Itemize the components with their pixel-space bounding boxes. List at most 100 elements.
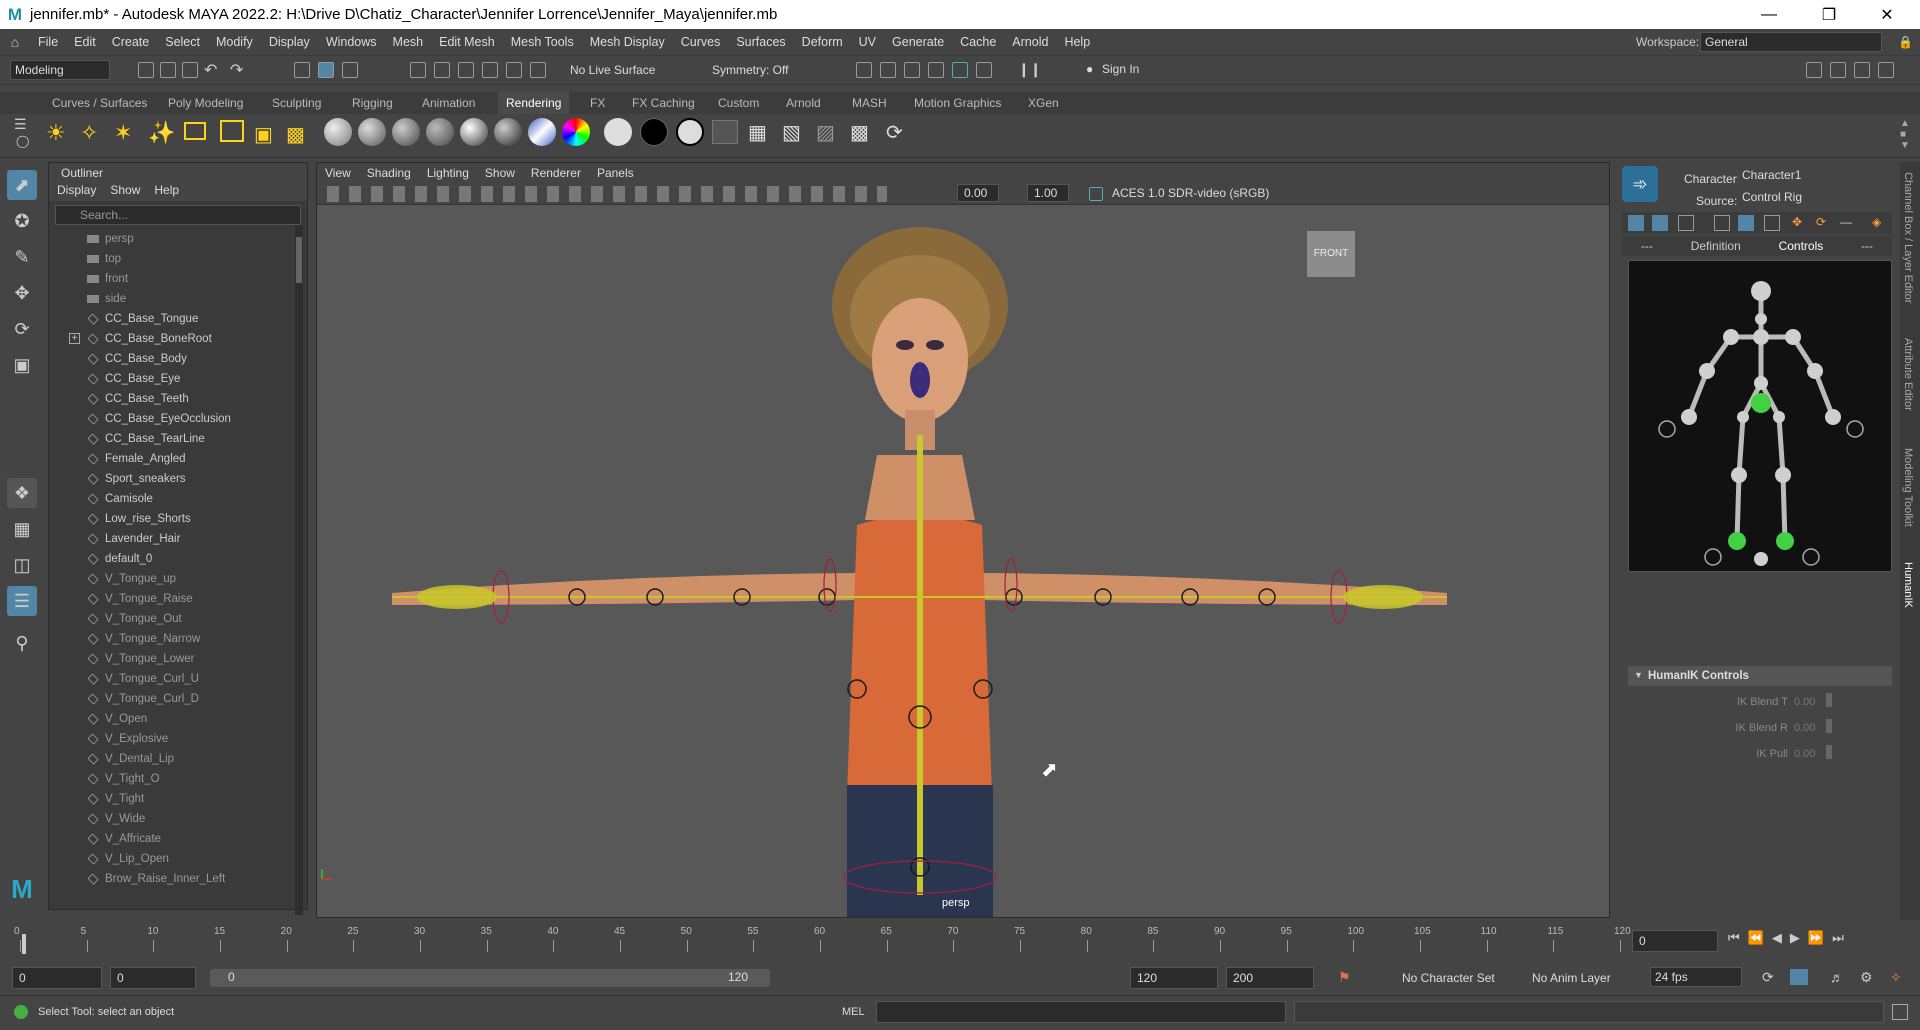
mirror-icon[interactable]: — [1840,215,1856,231]
render-icon[interactable]: ▦ [748,120,767,145]
playback-controls[interactable]: ⏮⏪◀▶⏩⏭ [1728,930,1852,946]
humanik-logo-icon[interactable]: ➾ [1622,166,1658,202]
outliner-item[interactable]: top [49,249,307,269]
minimize-button[interactable]: — [1746,0,1792,29]
ipr-render-icon[interactable] [904,62,920,78]
outliner-item[interactable]: CC_Base_Eye [49,369,307,389]
shelf-tab-mash[interactable]: MASH [844,92,895,114]
viewport-menu-lighting[interactable]: Lighting [419,166,477,180]
viewport-menu-renderer[interactable]: Renderer [523,166,589,180]
render-frame-icon[interactable] [880,62,896,78]
cached-playback-icon[interactable] [1790,969,1808,985]
humanik-controls-section[interactable]: HumanIK Controls [1628,666,1892,686]
pin-icon[interactable] [1764,215,1780,231]
ambient-light-icon[interactable]: ☀ [46,120,66,146]
shelf-menu-icon[interactable]: ☰ [14,116,27,133]
render-view-icon[interactable] [976,62,992,78]
snap-grid-icon[interactable] [410,62,426,78]
ik-blend-r-value[interactable]: 0.00 [1794,722,1815,734]
source-dropdown[interactable]: Control Rig [1738,188,1888,208]
outliner-item[interactable]: V_Tongue_Narrow [49,629,307,649]
pinning-icon[interactable] [1738,215,1754,231]
ramp-shader-icon[interactable] [528,118,556,146]
outliner-item[interactable]: V_Open [49,709,307,729]
key-icon[interactable]: ◈ [1872,215,1888,231]
character-dropdown[interactable]: Character1 [1738,166,1888,186]
pin-rotate-icon[interactable]: ⟳ [1816,215,1832,231]
fps-dropdown[interactable]: 24 fps [1650,967,1742,987]
body-part-icon[interactable] [1678,215,1694,231]
menu-windows[interactable]: Windows [318,29,385,55]
shelf-tab-rigging[interactable]: Rigging [344,92,401,114]
character-map-icon[interactable]: ✧ [1890,969,1902,986]
pin-translate-icon[interactable]: ✥ [1792,215,1808,231]
outliner-item[interactable]: default_0 [49,549,307,569]
viewport-menu-shading[interactable]: Shading [359,166,419,180]
humanik-tab-next[interactable]: --- [1861,239,1873,253]
phonge-shader-icon[interactable] [426,118,454,146]
outliner-item[interactable]: V_Tight_O [49,769,307,789]
point-light-icon[interactable]: ✶ [114,120,132,146]
toggle-outliner-icon[interactable] [1806,62,1822,78]
symmetry-label[interactable]: Symmetry: Off [712,63,788,77]
menuset-dropdown[interactable]: Modeling [10,60,110,80]
outliner-scrollbar[interactable] [295,225,303,915]
snap-pivot-icon[interactable] [530,62,546,78]
side-tab-attribute-editor[interactable]: Attribute Editor [1902,338,1914,411]
new-scene-icon[interactable] [138,62,154,78]
construction-history-icon[interactable] [856,62,872,78]
shelf-tab-fx-caching[interactable]: FX Caching [624,92,703,114]
snap-point-icon[interactable] [458,62,474,78]
current-frame-marker[interactable] [22,934,26,954]
save-scene-icon[interactable] [182,62,198,78]
shelf-tab-motion-graphics[interactable]: Motion Graphics [906,92,1009,114]
command-input[interactable] [876,1001,1286,1023]
outliner-item[interactable]: + CC_Base_BoneRoot [49,329,307,349]
hypershade-icon[interactable] [952,62,968,78]
move-tool-icon[interactable]: ✥ [7,278,37,308]
outliner-search-input[interactable]: Search... [55,205,301,225]
menu-edit[interactable]: Edit [66,29,104,55]
outliner-item[interactable]: V_Tongue_Raise [49,589,307,609]
shelf-tab-xgen[interactable]: XGen [1020,92,1067,114]
rotate-tool-icon[interactable]: ⟳ [7,314,37,344]
blinn-shader-icon[interactable] [358,118,386,146]
open-scene-icon[interactable] [160,62,176,78]
outliner-item[interactable]: V_Tight [49,789,307,809]
humanik-character-view[interactable] [1628,260,1892,572]
ipr-icon[interactable]: ▧ [782,120,801,145]
undo-icon[interactable]: ↶ [204,60,217,80]
animation-start-field[interactable]: 0 [12,967,102,989]
home-icon[interactable]: ⌂ [0,34,30,50]
outliner-item[interactable]: V_Dental_Lip [49,749,307,769]
render-settings-shelf-icon[interactable]: ▩ [850,120,869,145]
expand-icon[interactable]: + [69,333,80,344]
outliner-item[interactable]: Low_rise_Shorts [49,509,307,529]
color-management-icon[interactable] [1089,187,1103,201]
batch-render-icon[interactable]: ▨ [816,120,835,145]
menu-curves[interactable]: Curves [673,29,729,55]
directional-light-icon[interactable]: ✧ [80,120,98,146]
outliner-item[interactable]: CC_Base_Body [49,349,307,369]
outliner-item[interactable]: V_Tongue_Curl_U [49,669,307,689]
outliner-item[interactable]: V_Explosive [49,729,307,749]
spot-light-icon[interactable]: ✨ [148,120,175,146]
playback-start-field[interactable]: 0 [110,967,196,989]
side-tab-modeling-toolkit[interactable]: Modeling Toolkit [1902,448,1914,527]
view-cube[interactable]: FRONT [1307,231,1355,277]
ik-blend-t-slider[interactable] [1826,693,1832,707]
outliner-menu-help[interactable]: Help [154,183,179,201]
shelf-scroll-icon[interactable]: ▲ ■ ▼ [1900,118,1910,151]
ai-standard-surface-icon[interactable] [604,118,632,146]
viewport-menu-panels[interactable]: Panels [589,166,642,180]
texture-icon[interactable] [712,120,738,144]
menu-create[interactable]: Create [104,29,158,55]
menu-surfaces[interactable]: Surfaces [728,29,793,55]
menu-generate[interactable]: Generate [884,29,952,55]
layered-shader-icon[interactable] [494,118,522,146]
four-view-layout-icon[interactable]: ▦ [7,514,37,544]
toggle-tool-settings-icon[interactable] [1878,62,1894,78]
anim-layer-dropdown[interactable]: No Anim Layer [1532,971,1611,985]
fk-ik-toggle-icon[interactable] [1628,215,1644,231]
playback-end-field[interactable]: 120 [1130,967,1218,989]
